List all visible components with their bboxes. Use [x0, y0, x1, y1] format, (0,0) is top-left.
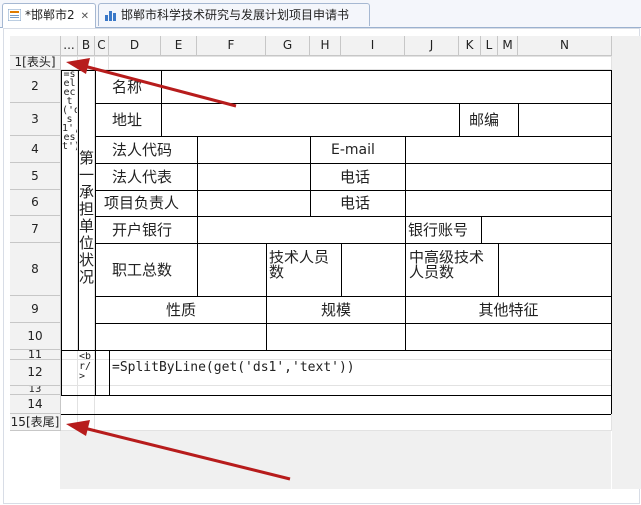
- annotation-arrow-header: [83, 64, 237, 108]
- arrow-head-header-icon: [66, 58, 90, 74]
- annotation-arrow-footer: [83, 426, 291, 481]
- annotation-arrows: [66, 58, 291, 481]
- arrow-head-footer-icon: [66, 420, 90, 436]
